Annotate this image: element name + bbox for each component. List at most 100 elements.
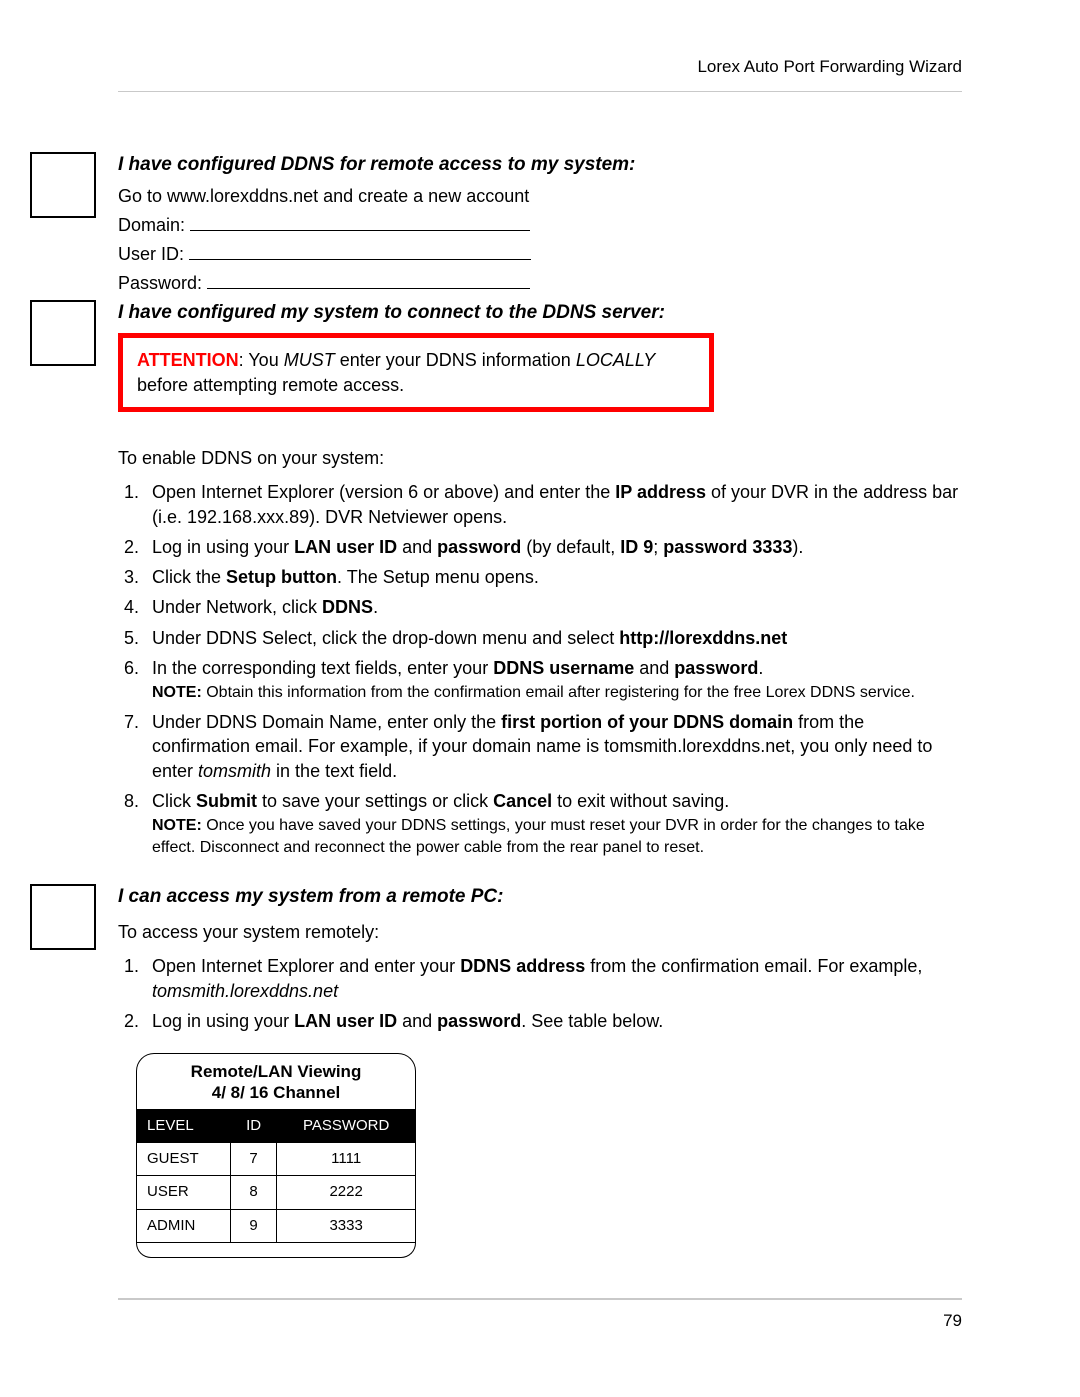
t: Setup button	[226, 567, 337, 587]
userid-line: User ID:	[118, 241, 962, 266]
step-6: In the corresponding text fields, enter …	[144, 656, 962, 704]
password-blank[interactable]	[207, 270, 530, 289]
t: . The Setup menu opens.	[337, 567, 539, 587]
table-row: USER 8 2222	[137, 1176, 416, 1209]
domain-label: Domain:	[118, 215, 185, 235]
page-header: Lorex Auto Port Forwarding Wizard	[118, 56, 962, 79]
col-level: LEVEL	[137, 1109, 231, 1142]
credentials-table-wrap: Remote/LAN Viewing 4/ 8/ 16 Channel LEVE…	[136, 1053, 416, 1258]
step-7: Under DDNS Domain Name, enter only the f…	[144, 710, 962, 783]
t: Under Network, click	[152, 597, 322, 617]
step-6-note: NOTE: Obtain this information from the c…	[152, 682, 962, 704]
t: DDNS address	[460, 956, 585, 976]
password-line: Password:	[118, 270, 962, 295]
attention-word: ATTENTION	[137, 350, 239, 370]
attention-text-1: : You	[239, 350, 284, 370]
t: ID 9	[620, 537, 653, 557]
step-8-note: NOTE: Once you have saved your DDNS sett…	[152, 815, 962, 858]
t: Open Internet Explorer and enter your	[152, 956, 460, 976]
cell: GUEST	[137, 1143, 231, 1176]
footer-rule	[118, 1298, 962, 1300]
table-row: GUEST 7 1111	[137, 1143, 416, 1176]
t: to save your settings or click	[257, 791, 493, 811]
t: and	[634, 658, 674, 678]
cell: 7	[230, 1143, 276, 1176]
t: first portion of your DDNS domain	[501, 712, 793, 732]
cell: 1111	[277, 1143, 416, 1176]
ddns-steps-list: Open Internet Explorer (version 6 or abo…	[118, 480, 962, 858]
userid-blank[interactable]	[189, 241, 531, 260]
t: ;	[653, 537, 663, 557]
t: and	[397, 537, 437, 557]
header-rule	[118, 91, 962, 92]
attention-text-2: enter your DDNS information	[335, 350, 576, 370]
cell: 3333	[277, 1209, 416, 1242]
attention-locally: LOCALLY	[576, 350, 655, 370]
t: password	[437, 537, 521, 557]
t: DDNS username	[493, 658, 634, 678]
section1-title: I have configured DDNS for remote access…	[118, 152, 962, 178]
t: LAN user ID	[294, 537, 397, 557]
t: Open Internet Explorer (version 6 or abo…	[152, 482, 615, 502]
password-label: Password:	[118, 273, 202, 293]
t: Log in using your	[152, 1011, 294, 1031]
cell: ADMIN	[137, 1209, 231, 1242]
t: .	[758, 658, 763, 678]
note-label: NOTE:	[152, 817, 202, 834]
t: In the corresponding text fields, enter …	[152, 658, 493, 678]
enable-intro: To enable DDNS on your system:	[118, 446, 962, 470]
cell: USER	[137, 1176, 231, 1209]
col-password: PASSWORD	[277, 1109, 416, 1142]
checkbox-ddns-configured[interactable]	[30, 152, 96, 218]
step-4: Under Network, click DDNS.	[144, 595, 962, 619]
remote-step-2: Log in using your LAN user ID and passwo…	[144, 1009, 962, 1033]
t: password 3333	[663, 537, 792, 557]
t: Under DDNS Select, click the drop-down m…	[152, 628, 619, 648]
t: LAN user ID	[294, 1011, 397, 1031]
attention-box: ATTENTION: You MUST enter your DDNS info…	[118, 333, 714, 412]
t: . See table below.	[521, 1011, 663, 1031]
attention-text-3: before attempting remote access.	[137, 375, 404, 395]
attention-must: MUST	[284, 350, 335, 370]
t: IP address	[615, 482, 706, 502]
t: Cancel	[493, 791, 552, 811]
table-row: ADMIN 9 3333	[137, 1209, 416, 1242]
section2-title: I have configured my system to connect t…	[118, 300, 962, 326]
t: Once you have saved your DDNS settings, …	[152, 817, 925, 856]
t: Log in using your	[152, 537, 294, 557]
t: Click the	[152, 567, 226, 587]
t: Click	[152, 791, 196, 811]
step-2: Log in using your LAN user ID and passwo…	[144, 535, 962, 559]
t: http://lorexddns.net	[619, 628, 787, 648]
domain-line: Domain:	[118, 212, 962, 237]
t: password	[674, 658, 758, 678]
step-3: Click the Setup button. The Setup menu o…	[144, 565, 962, 589]
checkbox-ddns-server[interactable]	[30, 300, 96, 366]
t: from the confirmation email. For example…	[585, 956, 922, 976]
cell: 8	[230, 1176, 276, 1209]
t: (by default,	[521, 537, 620, 557]
cell: 9	[230, 1209, 276, 1242]
t: ).	[792, 537, 803, 557]
cell: 2222	[277, 1176, 416, 1209]
remote-step-1: Open Internet Explorer and enter your DD…	[144, 954, 962, 1003]
page-number: 79	[118, 1310, 962, 1333]
col-id: ID	[230, 1109, 276, 1142]
remote-steps-list: Open Internet Explorer and enter your DD…	[118, 954, 962, 1033]
t: in the text field.	[271, 761, 397, 781]
t: DDNS	[322, 597, 373, 617]
t: .	[373, 597, 378, 617]
table-title: Remote/LAN Viewing 4/ 8/ 16 Channel	[136, 1053, 416, 1109]
t: to exit without saving.	[552, 791, 729, 811]
t: Submit	[196, 791, 257, 811]
credentials-table: LEVEL ID PASSWORD GUEST 7 1111 USER	[136, 1109, 416, 1243]
t: Remote/LAN Viewing	[191, 1062, 362, 1081]
note-label: NOTE:	[152, 684, 202, 701]
t: password	[437, 1011, 521, 1031]
domain-blank[interactable]	[190, 212, 530, 231]
checkbox-remote-access[interactable]	[30, 884, 96, 950]
step-8: Click Submit to save your settings or cl…	[144, 789, 962, 858]
t: and	[397, 1011, 437, 1031]
t: Under DDNS Domain Name, enter only the	[152, 712, 501, 732]
section1-goto: Go to www.lorexddns.net and create a new…	[118, 184, 962, 208]
